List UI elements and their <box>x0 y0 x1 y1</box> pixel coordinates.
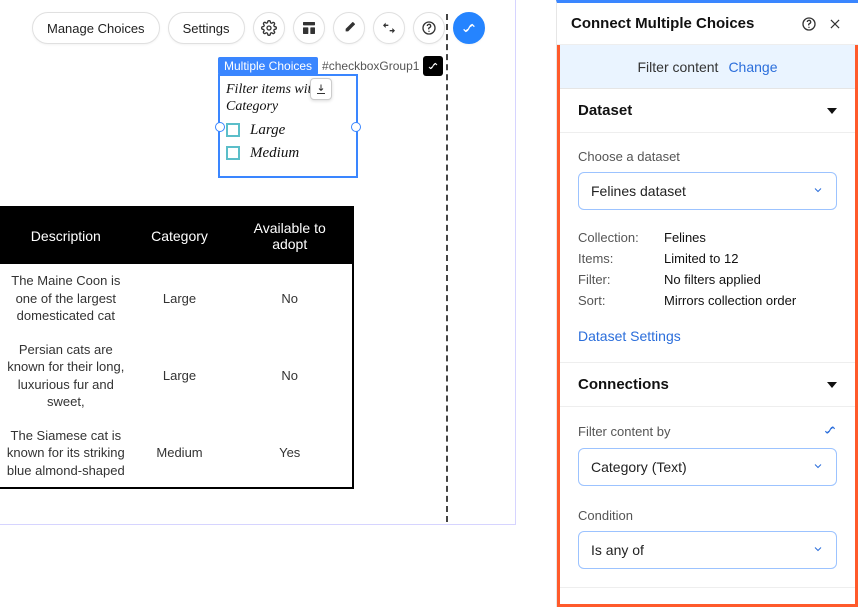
cell-available: No <box>227 333 353 419</box>
dataset-select-value: Felines dataset <box>591 183 686 199</box>
manage-choices-label: Manage Choices <box>47 21 145 36</box>
chevron-down-icon <box>827 382 837 388</box>
table-row: The Maine Coon is one of the largest dom… <box>0 264 353 333</box>
data-connect-icon[interactable] <box>453 12 485 44</box>
section-dataset-header[interactable]: Dataset <box>560 89 855 133</box>
kv-val: Felines <box>664 230 706 245</box>
chevron-down-icon <box>812 459 824 475</box>
selection-data-badge[interactable] <box>423 56 443 76</box>
cell-category: Large <box>132 264 228 333</box>
checkbox-label: Medium <box>250 145 299 162</box>
checkbox-option[interactable]: Medium <box>226 145 350 162</box>
col-header-available: Available to adopt <box>227 207 353 264</box>
filter-by-select[interactable]: Category (Text) <box>578 448 837 486</box>
panel-title: Connect Multiple Choices <box>571 15 792 32</box>
section-dataset-body: Choose a dataset Felines dataset Collect… <box>560 133 855 363</box>
choose-dataset-label: Choose a dataset <box>578 149 837 164</box>
selection-tag: Multiple Choices <box>218 57 318 75</box>
kv-key: Sort: <box>578 293 664 308</box>
section-connections-header[interactable]: Connections <box>560 363 855 407</box>
data-table: Description Category Available to adopt … <box>0 206 354 489</box>
help-icon[interactable] <box>413 12 445 44</box>
stretch-icon[interactable] <box>373 12 405 44</box>
kv-val: Mirrors collection order <box>664 293 796 308</box>
checkbox-option[interactable]: Large <box>226 122 350 139</box>
download-handle-icon[interactable] <box>310 78 332 100</box>
panel-header: Connect Multiple Choices <box>557 3 858 45</box>
section-connections-body: Filter content by Category (Text) Condit… <box>560 407 855 588</box>
col-header-description: Description <box>0 207 132 264</box>
design-brush-icon[interactable] <box>333 12 365 44</box>
checkbox-label: Large <box>250 122 285 139</box>
checkbox-icon[interactable] <box>226 123 240 137</box>
selection-tagbar: Multiple Choices #checkboxGroup1 <box>218 56 443 76</box>
settings-label: Settings <box>183 21 230 36</box>
chevron-down-icon <box>827 108 837 114</box>
kv-val: No filters applied <box>664 272 761 287</box>
panel-body: Filter content Change Dataset Choose a d… <box>557 45 858 607</box>
dataset-info-sort: Sort: Mirrors collection order <box>578 293 837 308</box>
checkbox-group[interactable]: Filter items with Category Large Medium <box>218 74 358 178</box>
settings-button[interactable]: Settings <box>168 12 245 44</box>
element-toolbar: Manage Choices Settings <box>32 12 485 44</box>
filter-content-banner: Filter content Change <box>560 45 855 89</box>
dataset-settings-link[interactable]: Dataset Settings <box>578 328 681 344</box>
filter-content-label: Filter content <box>638 59 719 75</box>
panel-help-icon[interactable] <box>800 15 818 33</box>
panel-close-icon[interactable] <box>826 15 844 33</box>
cell-description: Persian cats are known for their long, l… <box>0 333 132 419</box>
table-row: The Siamese cat is known for its strikin… <box>0 419 353 489</box>
filter-change-link[interactable]: Change <box>728 59 777 75</box>
settings-gear-icon[interactable] <box>253 12 285 44</box>
kv-key: Collection: <box>578 230 664 245</box>
canvas-area: Manage Choices Settings Multiple Choices… <box>0 0 520 607</box>
checkbox-icon[interactable] <box>226 146 240 160</box>
cell-available: No <box>227 264 353 333</box>
kv-key: Items: <box>578 251 664 266</box>
cell-category: Large <box>132 333 228 419</box>
cell-description: The Maine Coon is one of the largest dom… <box>0 264 132 333</box>
vertical-guide <box>446 14 448 522</box>
dataset-info-items: Items: Limited to 12 <box>578 251 837 266</box>
manage-choices-button[interactable]: Manage Choices <box>32 12 160 44</box>
col-header-category: Category <box>132 207 228 264</box>
chevron-down-icon <box>812 183 824 199</box>
selection-id: #checkboxGroup1 <box>322 59 419 73</box>
table-row: Persian cats are known for their long, l… <box>0 333 353 419</box>
cell-category: Medium <box>132 419 228 489</box>
condition-select[interactable]: Is any of <box>578 531 837 569</box>
dataset-select[interactable]: Felines dataset <box>578 172 837 210</box>
condition-label: Condition <box>578 508 837 523</box>
reset-connection-icon[interactable] <box>823 423 837 440</box>
chevron-down-icon <box>812 542 824 558</box>
dataset-info-filter: Filter: No filters applied <box>578 272 837 287</box>
kv-key: Filter: <box>578 272 664 287</box>
connect-panel: Connect Multiple Choices Filter content … <box>556 0 858 607</box>
selected-element[interactable]: Multiple Choices #checkboxGroup1 Filter … <box>218 56 358 178</box>
section-dataset-title: Dataset <box>578 102 632 119</box>
layout-icon[interactable] <box>293 12 325 44</box>
section-connections-title: Connections <box>578 376 669 393</box>
kv-val: Limited to 12 <box>664 251 738 266</box>
condition-value: Is any of <box>591 542 644 558</box>
cell-description: The Siamese cat is known for its strikin… <box>0 419 132 489</box>
filter-by-label: Filter content by <box>578 424 671 439</box>
dataset-info-collection: Collection: Felines <box>578 230 837 245</box>
cell-available: Yes <box>227 419 353 489</box>
filter-by-value: Category (Text) <box>591 459 687 475</box>
